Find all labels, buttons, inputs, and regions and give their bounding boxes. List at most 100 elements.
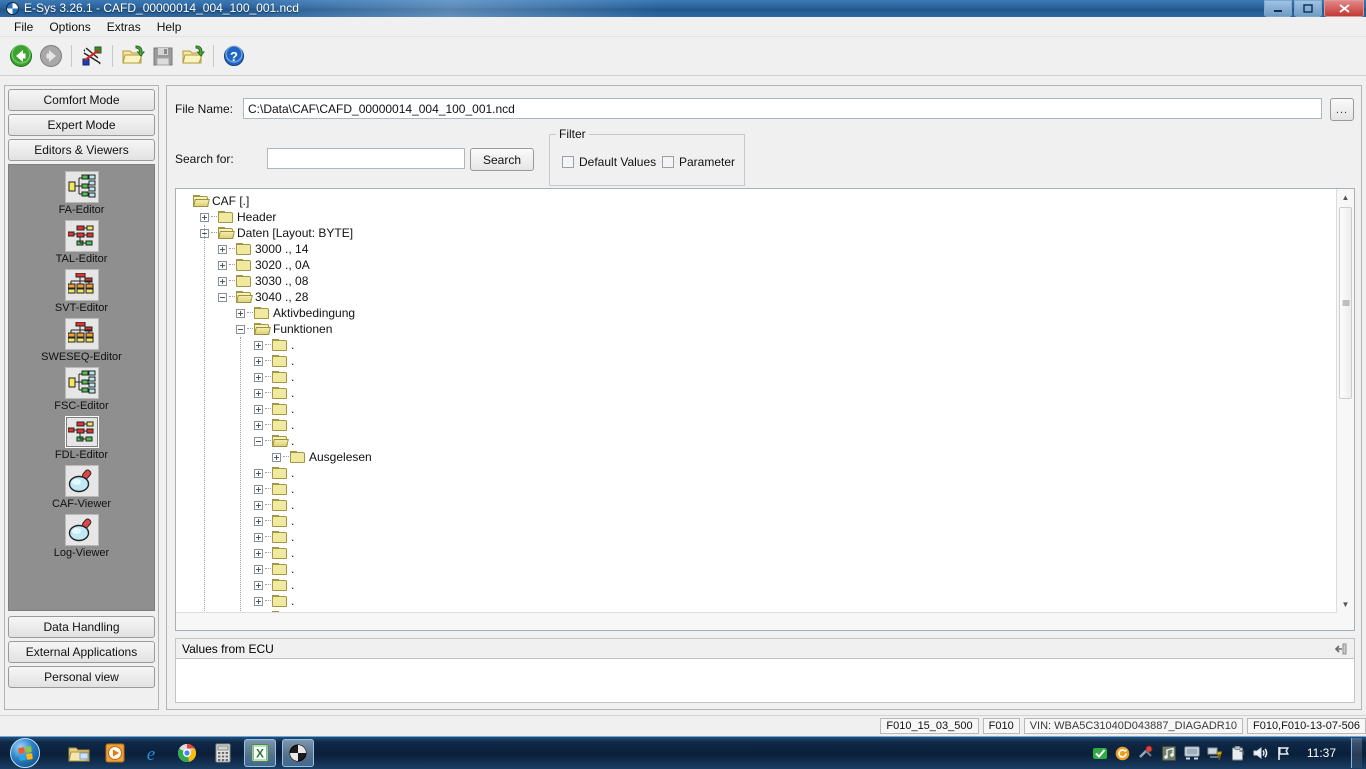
open-recent-button[interactable]: [178, 41, 208, 71]
tree-node[interactable]: Header: [176, 209, 276, 225]
sidebar-item-log-viewer[interactable]: Log-Viewer: [9, 514, 154, 559]
tree-expand-icon[interactable]: [254, 565, 263, 574]
maximize-button[interactable]: [1294, 0, 1322, 17]
tree-expand-icon[interactable]: [272, 453, 281, 462]
scroll-down-arrow-icon[interactable]: ▼: [1337, 596, 1354, 613]
menu-item-extras[interactable]: Extras: [99, 18, 149, 36]
tree-node[interactable]: 3040 ., 28: [176, 289, 308, 305]
tree-node[interactable]: .: [176, 529, 294, 545]
tree-expand-icon[interactable]: [254, 533, 263, 542]
tree-node[interactable]: .: [176, 433, 294, 449]
sidebar-item-tal-editor[interactable]: TAL-Editor: [9, 220, 154, 265]
tray-checkmark-icon[interactable]: [1092, 745, 1108, 761]
caf-tree-view[interactable]: CAF [.]HeaderDaten [Layout: BYTE]3000 .,…: [175, 188, 1355, 631]
tree-collapse-icon[interactable]: [236, 325, 245, 334]
tree-node[interactable]: .: [176, 497, 294, 513]
personal-view-button[interactable]: Personal view: [8, 666, 155, 688]
menu-item-help[interactable]: Help: [149, 18, 190, 36]
tree-expand-icon[interactable]: [254, 581, 263, 590]
tree-expand-icon[interactable]: [254, 501, 263, 510]
tray-action-center-icon[interactable]: [1276, 745, 1292, 761]
taskbar-calculator[interactable]: [208, 740, 238, 766]
tray-clipboard-icon[interactable]: [1230, 745, 1246, 761]
menu-item-file[interactable]: File: [6, 18, 41, 36]
menu-item-options[interactable]: Options: [41, 18, 98, 36]
start-button[interactable]: [2, 738, 48, 768]
tree-node[interactable]: Funktionen: [176, 321, 332, 337]
forward-button[interactable]: [36, 41, 66, 71]
taskbar-excel[interactable]: X: [244, 739, 276, 767]
tree-expand-icon[interactable]: [254, 421, 263, 430]
tree-node[interactable]: .: [176, 353, 294, 369]
tree-node[interactable]: .: [176, 369, 294, 385]
tree-expand-icon[interactable]: [254, 597, 263, 606]
tree-expand-icon[interactable]: [254, 357, 263, 366]
tree-expand-icon[interactable]: [218, 245, 227, 254]
taskbar-explorer[interactable]: [64, 740, 94, 766]
taskbar-clock[interactable]: 11:37: [1299, 746, 1344, 760]
tray-music-icon[interactable]: [1161, 745, 1177, 761]
sidebar-item-fa-editor[interactable]: FA-Editor: [9, 171, 154, 216]
tree-expand-icon[interactable]: [254, 469, 263, 478]
tray-network-icon[interactable]: [1207, 745, 1223, 761]
tree-node[interactable]: .: [176, 561, 294, 577]
external-applications-button[interactable]: External Applications: [8, 641, 155, 663]
parameter-checkbox-wrap[interactable]: Parameter: [662, 155, 735, 169]
save-button[interactable]: [148, 41, 178, 71]
tree-node[interactable]: .: [176, 401, 294, 417]
tree-node[interactable]: .: [176, 417, 294, 433]
sidebar-item-sweseq-editor[interactable]: SWESEQ-Editor: [9, 318, 154, 363]
open-button[interactable]: [118, 41, 148, 71]
tree-node[interactable]: Daten [Layout: BYTE]: [176, 225, 353, 241]
parameter-checkbox[interactable]: [662, 156, 674, 168]
tree-node[interactable]: .: [176, 385, 294, 401]
data-handling-button[interactable]: Data Handling: [8, 616, 155, 638]
tree-node[interactable]: Ausgelesen: [176, 449, 372, 465]
sidebar-item-fdl-editor[interactable]: FDL-Editor: [9, 416, 154, 461]
tree-node[interactable]: .: [176, 593, 294, 609]
tree-expand-icon[interactable]: [200, 213, 209, 222]
tray-update-icon[interactable]: [1115, 745, 1131, 761]
tree-expand-icon[interactable]: [254, 485, 263, 494]
search-input[interactable]: [267, 148, 465, 169]
tree-expand-icon[interactable]: [218, 277, 227, 286]
tree-expand-icon[interactable]: [254, 373, 263, 382]
tree-horizontal-scrollbar[interactable]: [176, 612, 1337, 630]
search-button[interactable]: Search: [470, 148, 534, 171]
default-values-checkbox[interactable]: [562, 156, 574, 168]
collapse-panel-icon[interactable]: [1333, 640, 1351, 657]
tree-node[interactable]: .: [176, 337, 294, 353]
tree-expand-icon[interactable]: [254, 389, 263, 398]
sidebar-item-fsc-editor[interactable]: FSC-Editor: [9, 367, 154, 412]
tree-node[interactable]: .: [176, 577, 294, 593]
tray-display-icon[interactable]: [1184, 745, 1200, 761]
tree-expand-icon[interactable]: [254, 517, 263, 526]
minimize-button[interactable]: [1264, 0, 1292, 17]
tree-expand-icon[interactable]: [236, 309, 245, 318]
vertical-scrollbar-thumb[interactable]: [1339, 207, 1352, 399]
tree-expand-icon[interactable]: [254, 549, 263, 558]
tree-collapse-icon[interactable]: [218, 293, 227, 302]
tree-node[interactable]: CAF [.]: [176, 193, 249, 209]
tree-node[interactable]: .: [176, 513, 294, 529]
editors-viewers-button[interactable]: Editors & Viewers: [8, 139, 155, 161]
expert-mode-button[interactable]: Expert Mode: [8, 114, 155, 136]
tree-expand-icon[interactable]: [254, 405, 263, 414]
taskbar-chrome[interactable]: [172, 740, 202, 766]
tray-volume-icon[interactable]: [1253, 745, 1269, 761]
tree-expand-icon[interactable]: [218, 261, 227, 270]
file-name-input[interactable]: C:\Data\CAF\CAFD_00000014_004_100_001.nc…: [243, 98, 1322, 119]
tree-node[interactable]: 3000 ., 14: [176, 241, 308, 257]
tree-collapse-icon[interactable]: [254, 437, 263, 446]
default-values-checkbox-wrap[interactable]: Default Values: [562, 155, 656, 169]
tree-node[interactable]: .: [176, 465, 294, 481]
tree-expand-icon[interactable]: [254, 341, 263, 350]
help-button[interactable]: ?: [219, 41, 249, 71]
tree-node[interactable]: .: [176, 545, 294, 561]
taskbar-internet-explorer[interactable]: e: [136, 740, 166, 766]
tree-node[interactable]: 3020 ., 0A: [176, 257, 310, 273]
taskbar-esys[interactable]: [282, 739, 314, 767]
connection-button[interactable]: [77, 41, 107, 71]
tray-tools-icon[interactable]: [1138, 745, 1154, 761]
scroll-up-arrow-icon[interactable]: ▲: [1337, 189, 1354, 206]
